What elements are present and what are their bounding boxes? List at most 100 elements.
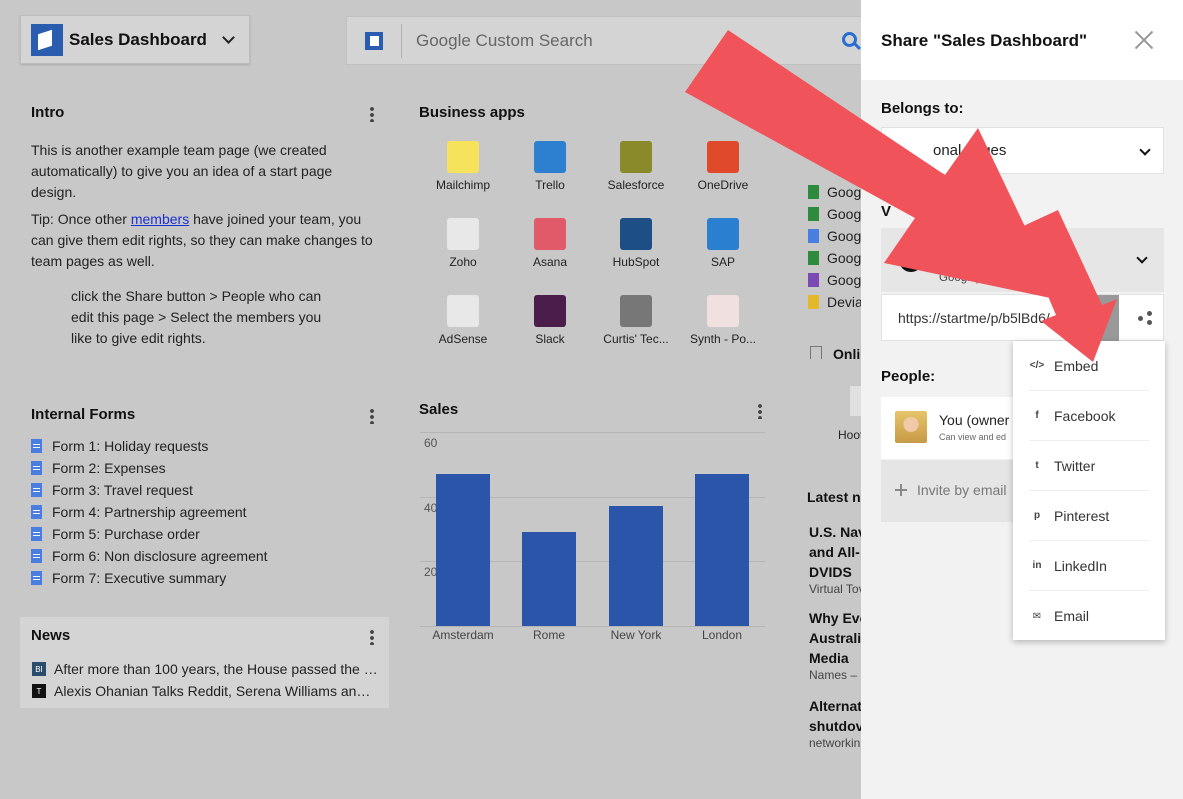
doc-icon — [808, 295, 819, 309]
news-title: News — [31, 627, 71, 644]
google-doc-link[interactable]: Goog — [808, 269, 868, 291]
onedrive-icon — [707, 141, 739, 173]
app-mailchimp[interactable]: Mailchimp — [420, 141, 506, 192]
app-slack[interactable]: Slack — [507, 295, 593, 346]
internal-forms-widget: Internal Forms Form 1: Holiday requests F… — [31, 406, 381, 589]
x-category-label: New York — [610, 628, 662, 642]
app-asana[interactable]: Asana — [507, 218, 593, 269]
latest-article[interactable]: U.S. Nav and All- DVIDS Virtual Tov — [809, 522, 869, 596]
dashboard-selector[interactable]: Sales Dashboard — [20, 15, 250, 64]
share-menu-item-linkedin[interactable]: in LinkedIn — [1029, 541, 1149, 591]
doc-label: Goog — [827, 250, 862, 266]
app-sap[interactable]: SAP — [680, 218, 766, 269]
members-link[interactable]: members — [131, 211, 189, 227]
app-label: Zoho — [449, 255, 477, 269]
copy-icon — [1089, 310, 1101, 324]
share-url-field[interactable]: https://startme/p/b5lBd6/... — [881, 294, 1164, 341]
form-label: Form 6: Non disclosure agreement — [52, 548, 268, 564]
intro-paragraph-2: Tip: Once other members have joined your… — [31, 209, 381, 272]
bar-rome[interactable] — [522, 532, 576, 626]
share-menu-item-pinterest[interactable]: p Pinterest — [1029, 491, 1149, 541]
share-menu-label: Embed — [1054, 357, 1099, 374]
form-link[interactable]: Form 2: Expenses — [31, 457, 381, 479]
article-source: Names – — [809, 668, 858, 682]
sales-menu-icon[interactable] — [758, 403, 762, 419]
close-icon[interactable] — [1134, 30, 1154, 50]
app-google[interactable]: AdSense — [420, 295, 506, 346]
form-link[interactable]: Form 4: Partnership agreement — [31, 501, 381, 523]
form-link[interactable]: Form 5: Purchase order — [31, 523, 381, 545]
intro-menu-icon[interactable] — [370, 106, 374, 122]
intro-widget: Intro This is another example team page … — [31, 104, 381, 349]
plus-icon — [895, 484, 907, 496]
grid-line — [420, 432, 765, 433]
share-icon[interactable] — [1138, 311, 1152, 325]
startme-logo-icon — [31, 23, 63, 56]
news-headline: After more than 100 years, the House pas… — [54, 661, 377, 677]
share-menu-label: LinkedIn — [1054, 557, 1107, 574]
news-item[interactable]: T Alexis Ohanian Talks Reddit, Serena Wil… — [32, 680, 377, 702]
doc-icon — [808, 229, 819, 243]
app-salesforce[interactable]: Salesforce — [593, 141, 679, 192]
form-label: Form 3: Travel request — [52, 482, 193, 498]
app-label: Trello — [535, 178, 565, 192]
bar-amsterdam[interactable] — [436, 474, 490, 626]
sap-icon — [707, 218, 739, 250]
share-panel-header: Share "Sales Dashboard" — [861, 0, 1183, 80]
share-menu-item-facebook[interactable]: f Facebook — [1029, 391, 1149, 441]
latest-news-title: Latest n — [807, 489, 861, 505]
chart-baseline — [420, 626, 765, 627]
embed-icon: </> — [1029, 360, 1045, 371]
hubspot-icon — [620, 218, 652, 250]
bar-london[interactable] — [695, 474, 749, 626]
doc-label: Goog — [827, 272, 862, 288]
search-icon[interactable] — [842, 32, 857, 47]
app-label: Synth - Po... — [689, 332, 757, 346]
form-link[interactable]: Form 7: Executive summary — [31, 567, 381, 589]
doc-icon — [808, 207, 819, 221]
copy-url-button[interactable] — [1073, 295, 1119, 341]
app-zoho[interactable]: Zoho — [420, 218, 506, 269]
belongs-to-select[interactable]: onal pages — [881, 127, 1164, 174]
app-label: Curtis' Tec... — [603, 332, 669, 346]
share-menu-item-twitter[interactable]: t Twitter — [1029, 441, 1149, 491]
article-headline: Alternat — [809, 698, 862, 714]
asana-icon — [534, 218, 566, 250]
app-synth[interactable]: Synth - Po... — [680, 295, 766, 346]
form-link[interactable]: Form 6: Non disclosure agreement — [31, 545, 381, 567]
facebook-icon: f — [1035, 410, 1039, 421]
form-link[interactable]: Form 3: Travel request — [31, 479, 381, 501]
app-onedrive[interactable]: OneDrive — [680, 141, 766, 192]
visibility-select[interactable]: P Anyon Google) c — [881, 228, 1164, 292]
app-label: Asana — [532, 255, 568, 269]
visibility-description: Anyon Google) c — [939, 254, 989, 286]
google-doc-link[interactable]: Devia — [808, 291, 868, 313]
latest-article[interactable]: Why Eve Australi Media Names – — [809, 608, 869, 682]
intro-tip-text: Tip: Once other — [31, 211, 131, 227]
doc-icon — [808, 251, 819, 265]
bar-new-york[interactable] — [609, 506, 663, 626]
app-trello[interactable]: Trello — [507, 141, 593, 192]
share-menu-item-email[interactable]: ✉ Email — [1029, 591, 1149, 641]
doc-label: Goog — [827, 206, 862, 222]
search-input[interactable] — [416, 30, 836, 51]
google-doc-link[interactable]: Goog — [808, 181, 868, 203]
app-hubspot[interactable]: HubSpot — [593, 218, 679, 269]
search-bar — [346, 16, 866, 65]
search-logo-icon — [365, 31, 383, 50]
forms-menu-icon[interactable] — [370, 408, 374, 424]
invite-by-email-input[interactable]: Invite by email — [917, 482, 1006, 498]
share-menu-item-embed[interactable]: </> Embed — [1029, 341, 1149, 391]
bookmark-icon — [620, 295, 652, 327]
form-link[interactable]: Form 1: Holiday requests — [31, 435, 381, 457]
intro-paragraph-3: click the Share button > People who can … — [71, 288, 322, 346]
google-doc-link[interactable]: Goog — [808, 247, 868, 269]
visibility-label: V — [881, 203, 892, 220]
app-bookmark[interactable]: Curtis' Tec... — [593, 295, 679, 346]
news-item[interactable]: BI After more than 100 years, the House p… — [32, 658, 377, 680]
news-menu-icon[interactable] — [370, 629, 374, 645]
google-doc-link[interactable]: Goog — [808, 225, 868, 247]
latest-article[interactable]: Alternat shutdov networkin — [809, 696, 869, 750]
google-doc-link[interactable]: Goog — [808, 203, 868, 225]
form-label: Form 4: Partnership agreement — [52, 504, 247, 520]
